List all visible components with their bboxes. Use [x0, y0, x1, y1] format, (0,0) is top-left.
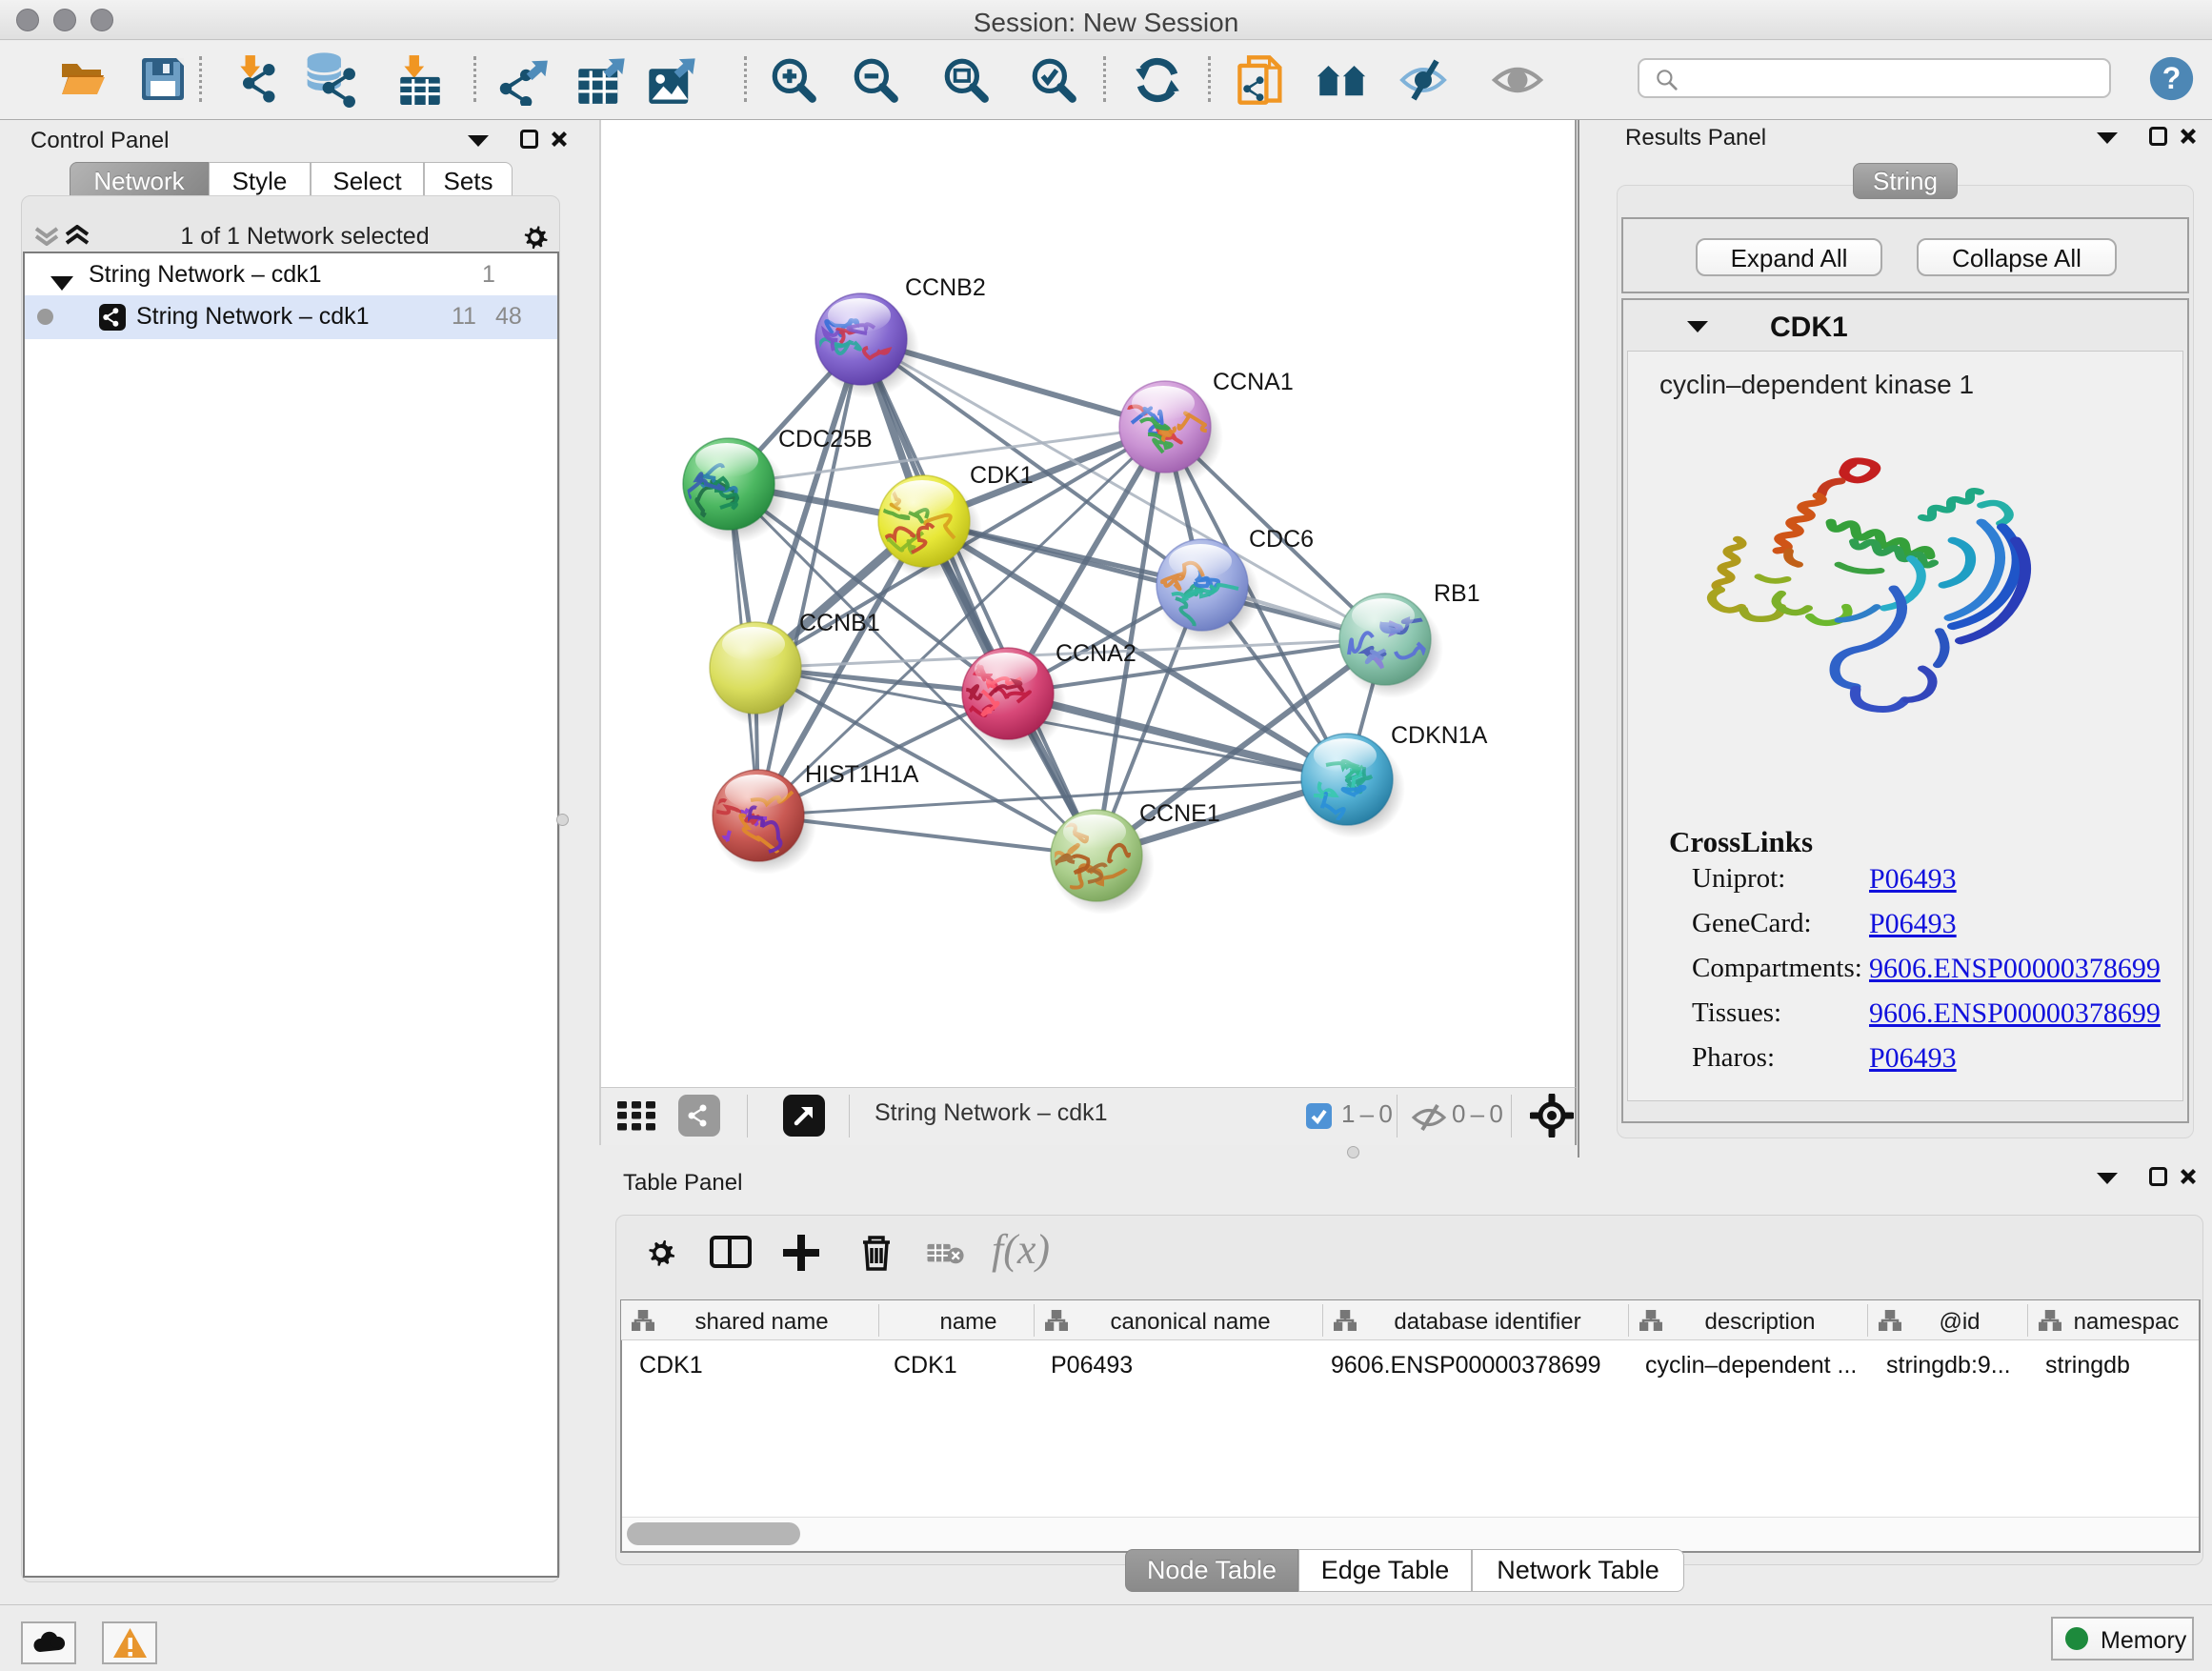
- svg-text:CCNA2: CCNA2: [1056, 640, 1136, 667]
- svg-text:CDC6: CDC6: [1249, 526, 1314, 553]
- svg-text:CDC25B: CDC25B: [778, 426, 873, 453]
- svg-text:CDK1: CDK1: [970, 462, 1034, 489]
- svg-text:CCNB1: CCNB1: [799, 610, 880, 636]
- svg-text:CCNB2: CCNB2: [905, 274, 986, 301]
- svg-text:CDKN1A: CDKN1A: [1391, 722, 1488, 749]
- svg-text:HIST1H1A: HIST1H1A: [805, 761, 919, 788]
- svg-text:CCNA1: CCNA1: [1213, 369, 1294, 395]
- svg-text:RB1: RB1: [1434, 580, 1480, 607]
- svg-text:CCNE1: CCNE1: [1139, 800, 1220, 827]
- svg-text:?: ?: [2162, 61, 2182, 95]
